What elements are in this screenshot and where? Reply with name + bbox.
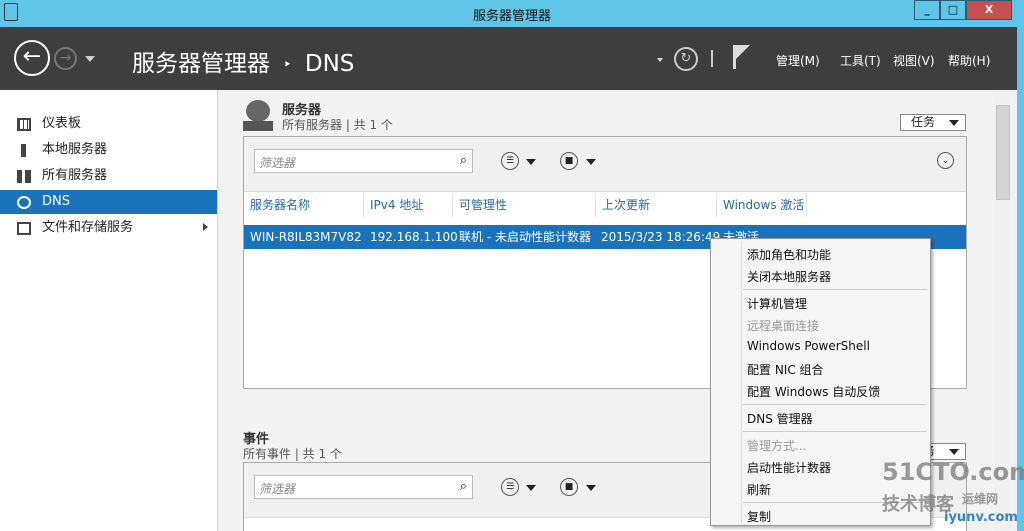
chevron-down-icon[interactable]	[586, 159, 596, 165]
menu-view[interactable]: 视图(V)	[893, 52, 935, 69]
chevron-down-icon	[949, 120, 959, 126]
sidebar-item-dns[interactable]: DNS	[0, 190, 217, 214]
back-icon[interactable]: ←	[14, 40, 50, 76]
cell-ipv4: 192.168.1.100	[370, 230, 458, 244]
dns-icon	[17, 196, 31, 209]
sidebar-item-file-storage[interactable]: 文件和存储服务	[0, 216, 217, 240]
close-button[interactable]: X	[966, 0, 1012, 20]
breadcrumb-separator: ‣	[283, 56, 292, 73]
breadcrumb-root[interactable]: 服务器管理器	[132, 51, 270, 77]
server-base-icon	[243, 121, 273, 131]
servers-filter-input[interactable]: 筛选器 ⌕	[254, 149, 473, 173]
search-icon[interactable]: ⌕	[460, 479, 467, 494]
expand-icon[interactable]: ⌄	[937, 152, 954, 169]
menu-help[interactable]: 帮助(H)	[948, 52, 990, 69]
server-icon	[21, 144, 26, 157]
menu-item-powershell[interactable]: Windows PowerShell	[747, 339, 870, 353]
refresh-dropdown-icon[interactable]	[657, 58, 663, 65]
watermark-text: 51CTO.com	[882, 458, 1024, 486]
sidebar-item-label: DNS	[42, 194, 70, 209]
save-query-icon[interactable]: ■	[560, 478, 578, 496]
chevron-down-icon[interactable]	[586, 485, 596, 491]
search-icon[interactable]: ⌕	[460, 153, 467, 168]
watermark-text: iyunv.com	[944, 510, 1018, 525]
refresh-icon[interactable]: ↻	[674, 47, 698, 71]
expand-arrow-icon[interactable]	[203, 223, 212, 231]
events-subtitle: 所有事件 | 共 1 个	[243, 447, 342, 461]
filter-placeholder: 筛选器	[259, 482, 296, 496]
menu-item-nic-teaming[interactable]: 配置 NIC 组合	[747, 361, 824, 378]
servers-task-dropdown[interactable]: 任务	[900, 114, 966, 131]
scrollbar-thumb[interactable]	[996, 105, 1010, 200]
menu-manage[interactable]: 管理(M)	[776, 52, 820, 69]
menu-item-manage-as: 管理方式...	[747, 439, 807, 453]
server-globe-icon	[246, 100, 270, 122]
maximize-button[interactable]: □	[940, 0, 966, 20]
column-header-manageability[interactable]: 可管理性	[453, 193, 596, 217]
menu-item-refresh[interactable]: 刷新	[747, 481, 771, 498]
menu-tools[interactable]: 工具(T)	[840, 52, 881, 69]
menu-item-computer-management[interactable]: 计算机管理	[747, 295, 807, 312]
header-bar: ← → 服务器管理器 ‣ DNS ↻ 管理(M) 工具(T) 视图(V) 帮助(…	[0, 27, 1017, 90]
menu-item-feedback[interactable]: 配置 Windows 自动反馈	[747, 383, 880, 400]
sidebar-item-local-server[interactable]: 本地服务器	[0, 138, 217, 162]
sidebar-item-label: 文件和存储服务	[42, 220, 134, 235]
breadcrumb-current: DNS	[304, 51, 355, 77]
list-options-icon[interactable]: ☰	[501, 152, 519, 170]
menu-item-copy[interactable]: 复制	[747, 508, 771, 525]
task-label: 任务	[911, 115, 936, 129]
notifications-flag-icon[interactable]	[733, 45, 750, 69]
sidebar-item-label: 所有服务器	[42, 168, 108, 183]
sidebar-item-dashboard[interactable]: 仪表板	[0, 112, 217, 136]
cell-name: WIN-R8IL83M7V82	[250, 230, 362, 244]
storage-icon	[17, 222, 31, 235]
menu-item-add-roles[interactable]: 添加角色和功能	[747, 246, 831, 263]
servers-icon	[17, 170, 31, 183]
list-options-icon[interactable]: ☰	[501, 478, 519, 496]
menu-item-start-counters[interactable]: 启动性能计数器	[747, 459, 831, 476]
events-filter-input[interactable]: 筛选器 ⌕	[254, 475, 473, 499]
column-header-name[interactable]: 服务器名称	[244, 193, 364, 217]
filter-placeholder: 筛选器	[259, 156, 296, 170]
title-bar: 服务器管理器 _ □ X	[0, 0, 1024, 27]
column-header-activation[interactable]: Windows 激活	[717, 193, 807, 217]
forward-icon[interactable]: →	[54, 47, 77, 70]
servers-subtitle: 所有服务器 | 共 1 个	[282, 118, 393, 132]
breadcrumb: 服务器管理器 ‣ DNS	[132, 44, 354, 78]
history-dropdown-icon[interactable]	[85, 56, 95, 67]
watermark-text: 运维网	[962, 492, 999, 506]
sidebar-item-label: 仪表板	[42, 116, 82, 131]
chevron-down-icon[interactable]	[526, 485, 536, 491]
servers-filter-bar: 筛选器 ⌕ ☰ ■ ⌄	[244, 137, 966, 192]
sidebar-item-label: 本地服务器	[42, 142, 108, 157]
chevron-down-icon	[949, 449, 959, 455]
column-header-last-update[interactable]: 上次更新	[596, 193, 717, 217]
menu-item-shutdown[interactable]: 关闭本地服务器	[747, 268, 831, 285]
divider	[711, 50, 713, 67]
chevron-down-icon[interactable]	[526, 159, 536, 165]
column-header-ipv4[interactable]: IPv4 地址	[364, 193, 453, 217]
menu-item-remote-desktop: 远程桌面连接	[747, 319, 820, 333]
window-title: 服务器管理器	[472, 9, 551, 24]
menu-item-dns-manager[interactable]: DNS 管理器	[747, 410, 813, 427]
minimize-button[interactable]: _	[914, 0, 940, 20]
sidebar-item-all-servers[interactable]: 所有服务器	[0, 164, 217, 188]
cell-manageability: 联机 - 未启动性能计数器	[459, 230, 591, 244]
cell-last-update: 2015/3/23 18:26:49	[601, 230, 721, 244]
dashboard-icon	[17, 118, 31, 131]
save-query-icon[interactable]: ■	[560, 152, 578, 170]
sidebar: 仪表板 本地服务器 所有服务器 DNS 文件和存储服务	[0, 90, 218, 531]
